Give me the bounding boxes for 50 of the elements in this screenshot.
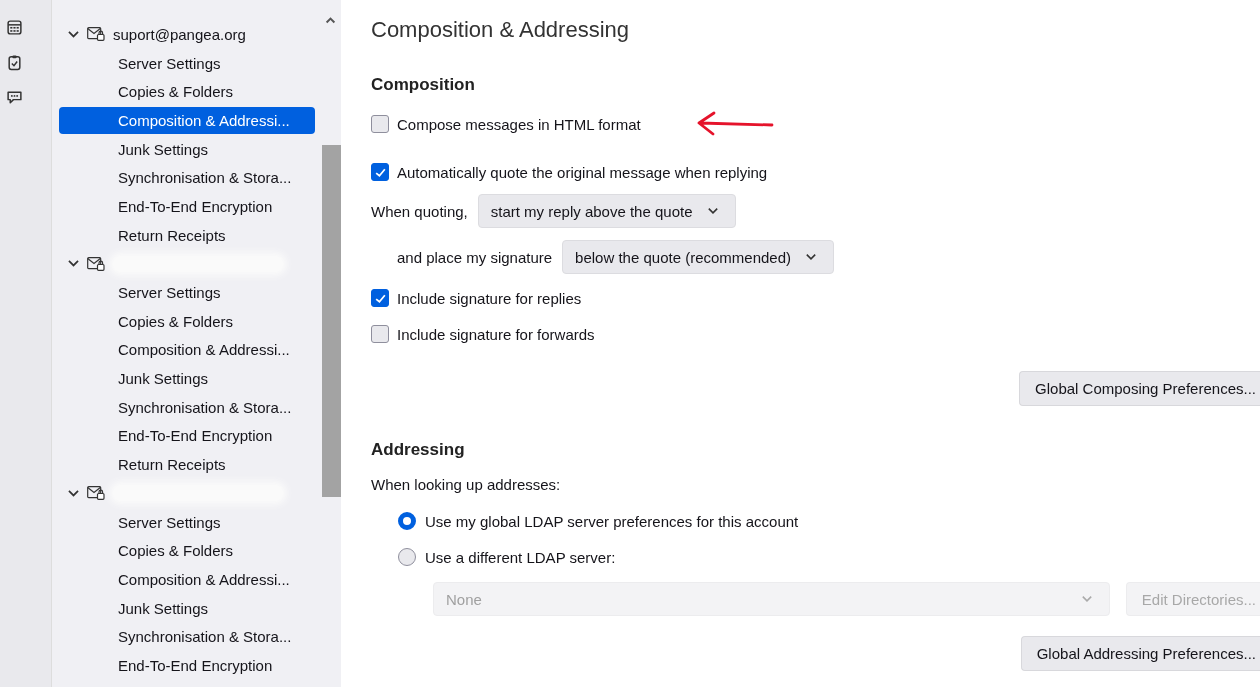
checkbox[interactable] (371, 289, 389, 307)
global-composing-button[interactable]: Global Composing Preferences... (1019, 371, 1260, 406)
settings-tree-item[interactable]: Return Receipts (59, 450, 315, 479)
settings-tree-item[interactable]: Server Settings (59, 507, 315, 537)
signature-dropdown[interactable]: below the quote (recommended) (562, 240, 835, 274)
settings-tree-item[interactable]: Synchronisation & Stora... (59, 392, 315, 422)
settings-tree-item[interactable]: Junk Settings (59, 364, 315, 393)
settings-tree-item[interactable]: Synchronisation & Stora... (59, 622, 315, 652)
account-name[interactable]: suport@pangea.org (113, 25, 246, 43)
radio-button[interactable] (398, 512, 416, 530)
section-heading: Composition (371, 75, 476, 96)
checkbox-label[interactable]: Include signature for replies (397, 289, 582, 307)
checkbox[interactable] (371, 325, 389, 343)
settings-tree-item[interactable]: Copies & Folders (59, 77, 315, 107)
settings-tree-item[interactable]: End-To-End Encryption (59, 651, 315, 680)
mail-account-icon (87, 486, 105, 501)
settings-tree-item[interactable]: Synchronisation & Stora... (59, 163, 315, 193)
radio-button[interactable] (398, 548, 416, 566)
mail-account-icon (87, 27, 105, 42)
checkbox-label[interactable]: Automatically quote the original message when replying (397, 163, 768, 181)
settings-tree-item[interactable]: Junk Settings (59, 593, 315, 623)
settings-tree-item[interactable]: Composition & Addressi... (59, 335, 315, 365)
radio-label[interactable]: Use a different LDAP server: (425, 548, 616, 566)
settings-tree-item[interactable]: End-To-End Encryption (59, 192, 315, 221)
settings-tree-item[interactable]: Composition & Addressi... (59, 565, 315, 594)
page-title: Composition & Addressing (371, 17, 631, 44)
checkbox[interactable] (371, 115, 389, 133)
settings-tree-item[interactable]: Server Settings (59, 48, 315, 78)
quoting-dropdown[interactable]: start my reply above the quote (477, 194, 736, 228)
checkbox-label[interactable]: Include signature for forwards (397, 325, 595, 343)
field-label: When quoting, (371, 202, 468, 220)
clipboard-check-icon[interactable] (6, 54, 23, 71)
settings-tree-item[interactable]: Composition & Addressi... (59, 107, 315, 134)
checkbox-label[interactable]: Compose messages in HTML format (397, 115, 641, 133)
mail-account-icon (87, 256, 105, 271)
radio-label[interactable]: Use my global LDAP server preferences for this account (425, 512, 799, 530)
section-heading: Addressing (371, 440, 466, 461)
scrollbar-thumb[interactable] (322, 145, 341, 497)
settings-tree-item[interactable]: Return Receipts (59, 220, 315, 250)
settings-tree-item[interactable]: Copies & Folders (59, 306, 315, 336)
settings-tree-item[interactable]: Copies & Folders (59, 536, 315, 566)
settings-tree-item[interactable]: End-To-End Encryption (59, 421, 315, 451)
global-addressing-button[interactable]: Global Addressing Preferences... (1020, 636, 1260, 671)
chat-icon[interactable] (6, 89, 23, 106)
settings-tree-item[interactable]: Junk Settings (59, 134, 315, 164)
field-label: When looking up addresses: (371, 476, 562, 495)
checkbox[interactable] (371, 163, 389, 181)
settings-tree-item[interactable]: Server Settings (59, 278, 315, 307)
field-label: and place my signature (397, 248, 553, 266)
calendar-icon[interactable] (6, 19, 23, 36)
